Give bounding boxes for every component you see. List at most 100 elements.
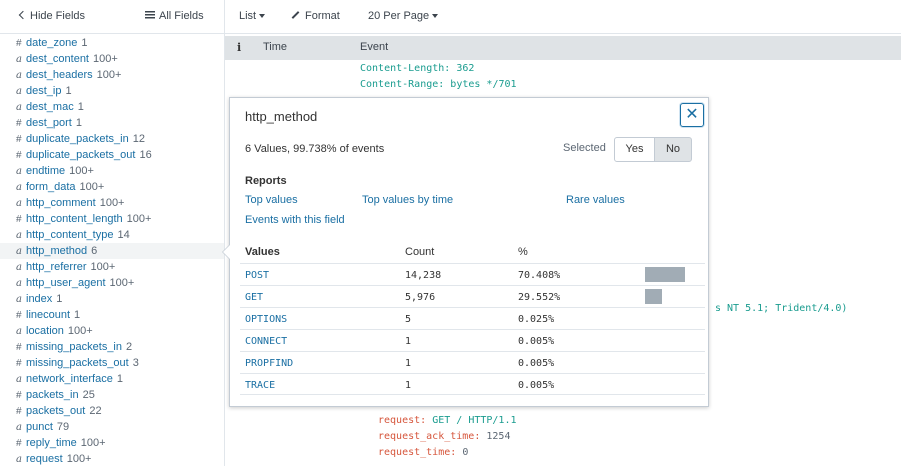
field-list-item[interactable]: # packets_out 22: [0, 403, 224, 419]
field-name[interactable]: packets_in: [26, 389, 79, 401]
top-values-link[interactable]: Top values: [245, 194, 298, 206]
field-list-item[interactable]: # packets_in 25: [0, 387, 224, 403]
field-name[interactable]: dest_mac: [26, 101, 74, 113]
list-view-dropdown[interactable]: List: [239, 10, 266, 22]
field-name[interactable]: linecount: [26, 309, 70, 321]
value-link[interactable]: CONNECT: [245, 336, 287, 347]
field-list-item[interactable]: # reply_time 100+: [0, 435, 224, 451]
field-list-item[interactable]: # missing_packets_in 2: [0, 339, 224, 355]
field-value-count: 100+: [80, 437, 106, 449]
field-list-item[interactable]: # duplicate_packets_in 12: [0, 131, 224, 147]
field-name[interactable]: network_interface: [26, 373, 113, 385]
string-type-icon: a: [16, 294, 22, 305]
field-list-item[interactable]: a http_method 6: [0, 243, 231, 259]
selected-no-button[interactable]: No: [654, 137, 692, 162]
field-name[interactable]: http_comment: [26, 197, 96, 209]
time-column-header[interactable]: Time: [263, 41, 287, 53]
caret-down-icon: [432, 14, 439, 18]
field-list-item[interactable]: a network_interface 1: [0, 371, 224, 387]
event-field-key[interactable]: request:: [378, 415, 426, 426]
event-field-line: request: GET / HTTP/1.1: [378, 415, 517, 426]
field-value-count: 100+: [67, 325, 93, 337]
rare-values-link[interactable]: Rare values: [566, 194, 625, 206]
field-name[interactable]: http_content_type: [26, 229, 113, 241]
selected-yes-button[interactable]: Yes: [614, 137, 655, 162]
string-type-icon: a: [16, 166, 22, 177]
field-name[interactable]: dest_content: [26, 53, 89, 65]
table-row: GET 5,976 29.552%: [240, 285, 705, 307]
field-name[interactable]: duplicate_packets_out: [26, 149, 135, 161]
field-list-item[interactable]: a punct 79: [0, 419, 224, 435]
event-field-value[interactable]: 0: [462, 447, 468, 458]
all-fields-button[interactable]: All Fields: [145, 10, 204, 22]
field-list-item[interactable]: # duplicate_packets_out 16: [0, 147, 224, 163]
popover-title: http_method: [245, 109, 318, 124]
field-list-item[interactable]: # linecount 1: [0, 307, 224, 323]
field-name[interactable]: duplicate_packets_in: [26, 133, 129, 145]
count-cell: 1: [405, 336, 412, 347]
field-name[interactable]: dest_ip: [26, 85, 61, 97]
field-list-item[interactable]: a form_data 100+: [0, 179, 224, 195]
field-name[interactable]: http_method: [26, 245, 87, 257]
field-list-item[interactable]: a http_comment 100+: [0, 195, 224, 211]
field-list-item[interactable]: a dest_headers 100+: [0, 67, 224, 83]
field-list-item[interactable]: a http_referrer 100+: [0, 259, 224, 275]
percent-cell: 0.005%: [518, 380, 555, 391]
list-view-label: List: [239, 10, 257, 22]
per-page-dropdown[interactable]: 20 Per Page: [368, 10, 439, 22]
event-field-key[interactable]: request_ack_time:: [378, 431, 480, 442]
field-list-item[interactable]: a dest_ip 1: [0, 83, 224, 99]
field-list-item[interactable]: a endtime 100+: [0, 163, 224, 179]
field-name[interactable]: http_referrer: [26, 261, 87, 273]
field-name[interactable]: dest_headers: [26, 69, 93, 81]
field-name[interactable]: missing_packets_in: [26, 341, 122, 353]
count-cell: 5,976: [405, 292, 436, 303]
value-link[interactable]: PROPFIND: [245, 358, 293, 369]
field-list-item[interactable]: # http_content_length 100+: [0, 211, 224, 227]
string-type-icon: a: [16, 86, 22, 97]
value-link[interactable]: TRACE: [245, 380, 275, 391]
field-name[interactable]: http_user_agent: [26, 277, 106, 289]
fields-sidebar: Hide Fields All Fields # date_zone 1 a dest_…: [0, 0, 231, 466]
value-link[interactable]: OPTIONS: [245, 314, 287, 325]
sidebar-header: Hide Fields All Fields: [0, 0, 224, 34]
close-button[interactable]: ✕: [680, 103, 704, 127]
field-list-item[interactable]: a http_user_agent 100+: [0, 275, 224, 291]
field-name[interactable]: reply_time: [26, 437, 77, 449]
field-name[interactable]: location: [26, 325, 64, 337]
events-with-field-link[interactable]: Events with this field: [245, 214, 345, 226]
field-list-item[interactable]: a index 1: [0, 291, 224, 307]
value-link[interactable]: POST: [245, 270, 269, 281]
field-name[interactable]: request: [26, 453, 63, 465]
field-list-item[interactable]: # dest_port 1: [0, 115, 224, 131]
field-list-item[interactable]: # date_zone 1: [0, 35, 224, 51]
field-name[interactable]: dest_port: [26, 117, 72, 129]
field-list-item[interactable]: a dest_mac 1: [0, 99, 224, 115]
number-type-icon: #: [16, 358, 22, 369]
field-list-item[interactable]: a location 100+: [0, 323, 224, 339]
event-text-line: Content-Length: 362: [360, 63, 475, 74]
field-name[interactable]: http_content_length: [26, 213, 123, 225]
format-button[interactable]: Format: [291, 10, 340, 22]
field-name[interactable]: date_zone: [26, 37, 77, 49]
string-type-icon: a: [16, 422, 22, 433]
field-list-item[interactable]: a dest_content 100+: [0, 51, 224, 67]
field-name[interactable]: index: [26, 293, 52, 305]
event-field-value[interactable]: 1254: [486, 431, 510, 442]
field-list-item[interactable]: a request 100+: [0, 451, 224, 466]
field-list-item[interactable]: a http_content_type 14: [0, 227, 224, 243]
percent-cell: 29.552%: [518, 292, 561, 303]
hide-fields-button[interactable]: Hide Fields: [18, 10, 86, 22]
field-list-item[interactable]: # missing_packets_out 3: [0, 355, 224, 371]
field-name[interactable]: endtime: [26, 165, 65, 177]
event-field-key[interactable]: request_time:: [378, 447, 456, 458]
event-field-value[interactable]: GET / HTTP/1.1: [432, 415, 516, 426]
value-link[interactable]: GET: [245, 292, 263, 303]
field-name[interactable]: punct: [26, 421, 53, 433]
field-name[interactable]: missing_packets_out: [26, 357, 129, 369]
field-name[interactable]: form_data: [26, 181, 76, 193]
field-name[interactable]: packets_out: [26, 405, 85, 417]
hide-fields-label: Hide Fields: [30, 10, 86, 22]
event-column-header[interactable]: Event: [360, 41, 388, 53]
top-values-by-time-link[interactable]: Top values by time: [362, 194, 453, 206]
